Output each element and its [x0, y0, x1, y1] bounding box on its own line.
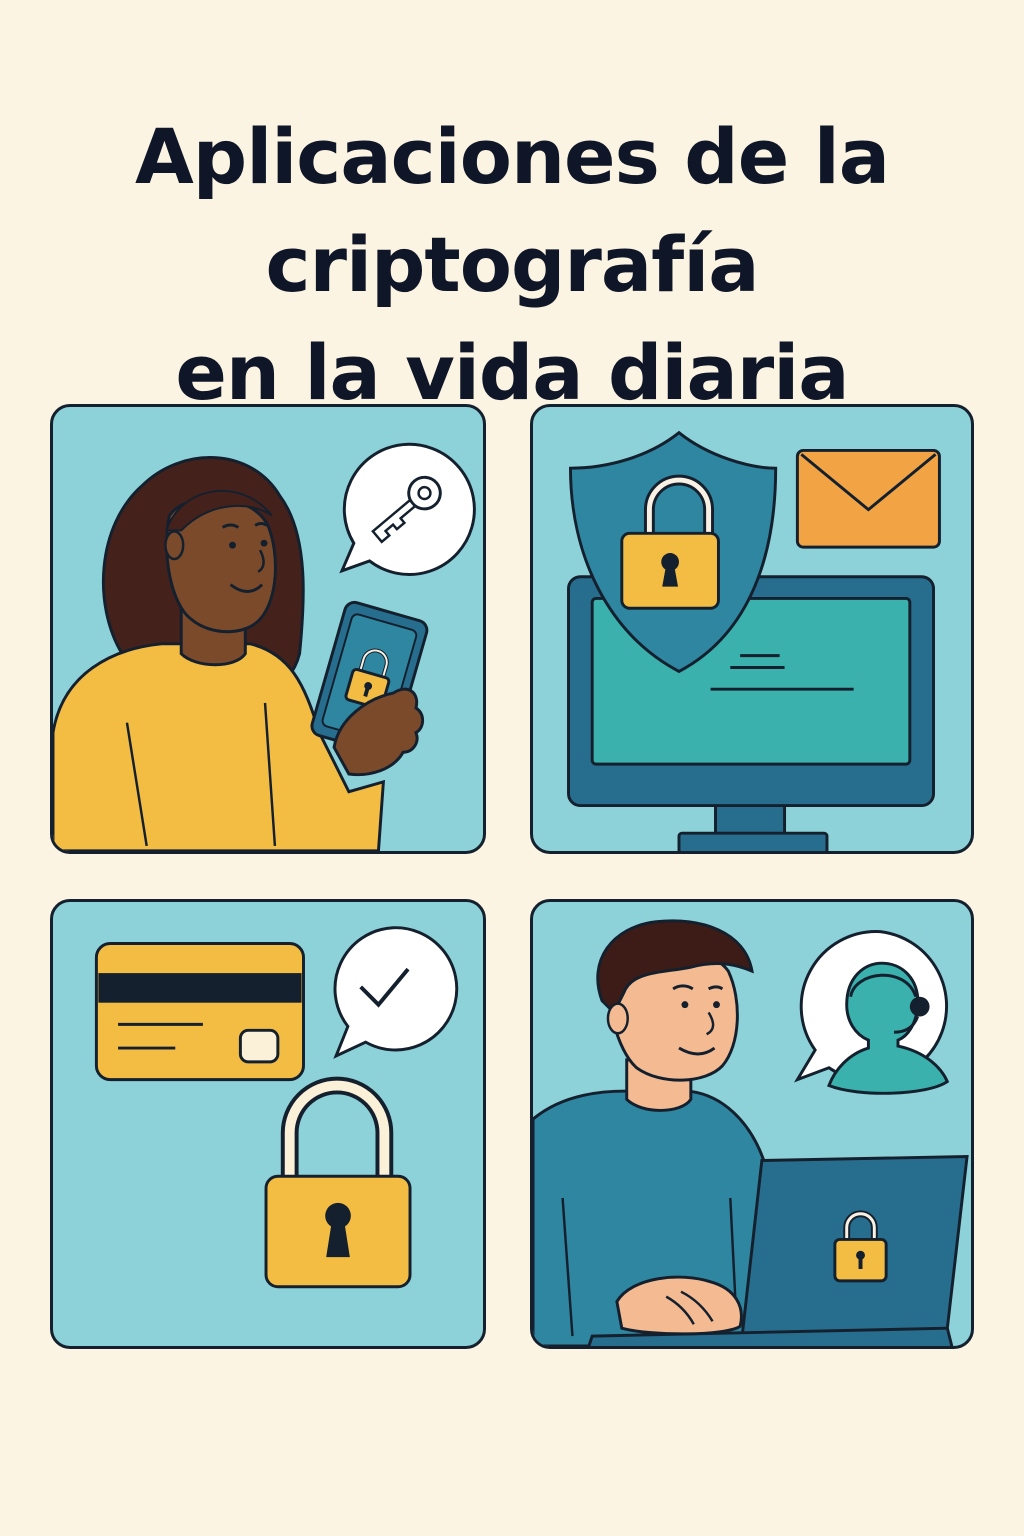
panel-phone-security — [50, 404, 486, 854]
panel-payment-security — [50, 899, 486, 1349]
phone-security-illustration — [53, 442, 476, 851]
page-title: Aplicaciones de la criptografía en la vi… — [0, 103, 1024, 427]
title-line-1: Aplicaciones de la — [134, 111, 890, 201]
panel-laptop-support — [530, 899, 974, 1349]
speech-bubble-icon — [333, 926, 459, 1059]
envelope-icon — [795, 448, 941, 549]
panel-computer-security — [530, 404, 974, 854]
laptop-support-illustration — [533, 919, 969, 1346]
padlock-icon — [264, 1076, 412, 1289]
computer-security-illustration — [567, 430, 941, 851]
title-line-2: criptografía — [265, 219, 759, 309]
payment-security-illustration — [94, 926, 459, 1289]
credit-card-icon — [94, 942, 305, 1082]
